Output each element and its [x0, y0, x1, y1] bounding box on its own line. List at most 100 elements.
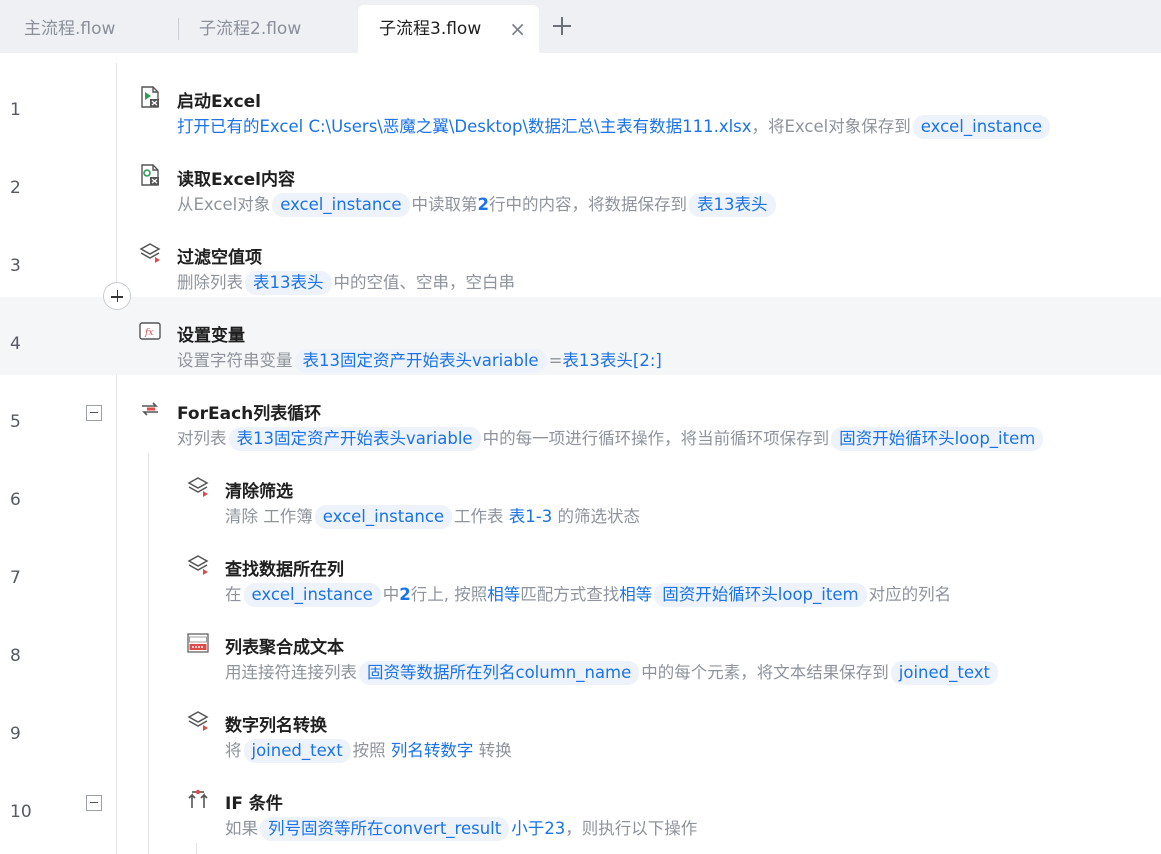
text-join-icon: [187, 633, 209, 653]
line-number: 3: [10, 256, 21, 276]
loop-icon: [142, 402, 158, 416]
function-icon: fx: [139, 322, 161, 340]
match-mode-value: 相等: [619, 585, 653, 604]
variable-chip[interactable]: excel_instance: [243, 583, 381, 607]
tab-label: 子流程2.flow: [199, 19, 302, 39]
flow-step-if-condition[interactable]: 10 IF 条件 如果 列号固资等所在convert_result 小于23，则执行…: [0, 765, 1161, 843]
flow-step-join-text[interactable]: 8 列表聚合成文本 用连接符连接列表 固资等数据所在列名column_name 中的…: [0, 609, 1161, 687]
variable-chip[interactable]: excel_instance: [272, 193, 410, 217]
layers-icon: [139, 243, 161, 263]
step-title: 列表聚合成文本: [225, 638, 344, 658]
variable-chip[interactable]: 固资开始循环头loop_item: [654, 583, 867, 607]
variable-chip[interactable]: excel_instance: [912, 115, 1051, 139]
desc-text: 的筛选状态: [552, 507, 640, 526]
svg-text:fx: fx: [144, 328, 153, 338]
flow-step-find-column[interactable]: 7 查找数据所在列 在 excel_instance 中2行上, 按照相等匹配方式查…: [0, 531, 1161, 609]
flow-step-read-excel[interactable]: 2 读取Excel内容 从Excel对象 excel_instance 中读取第2行…: [0, 141, 1161, 219]
desc-text: 行上, 按照: [410, 585, 488, 604]
line-number: 4: [10, 334, 21, 354]
desc-text: 匹配方式查找: [520, 585, 620, 604]
tab-label: 主流程.flow: [24, 19, 116, 39]
layers-icon: [187, 555, 209, 575]
branch-icon: [188, 789, 208, 808]
step-description: 设置字符串变量 表13固定资产开始表头variable =表13表头[2:]: [177, 349, 662, 373]
tab-subflow-3[interactable]: 子流程3.flow ×: [358, 5, 539, 53]
step-title: IF 条件: [225, 794, 283, 814]
step-title: 数字列名转换: [225, 716, 327, 736]
variable-chip[interactable]: 列号固资等所在convert_result: [260, 817, 510, 841]
flow-editor: 1 启动Excel 打开已有的Excel C:\Users\恶魔之翼\Deskt…: [0, 53, 1161, 854]
step-description: 在 excel_instance 中2行上, 按照相等匹配方式查找相等 固资开始循环头…: [225, 583, 951, 607]
layers-icon: [187, 711, 209, 731]
desc-text: 设置字符串变量: [177, 351, 293, 370]
step-title: 设置变量: [177, 326, 245, 346]
step-title: 清除筛选: [225, 482, 293, 502]
tab-bar: 主流程.flow 子流程2.flow 子流程3.flow ×: [0, 0, 1161, 53]
collapse-toggle[interactable]: [86, 405, 102, 421]
step-description: 将 joined_text 按照 列名转数字 转换: [225, 739, 512, 763]
line-number: 1: [10, 100, 21, 120]
flow-step-foreach-loop[interactable]: 5 ForEach列表循环 对列表 表13固定资产开始表头variable 中的每一…: [0, 375, 1161, 453]
line-number: 10: [10, 802, 32, 822]
line-number: 6: [10, 490, 21, 510]
line-number: 7: [10, 568, 21, 588]
variable-chip[interactable]: 表13固定资产开始表头variable: [294, 349, 547, 373]
desc-text: 如果: [225, 819, 258, 838]
match-mode-value: 相等: [487, 585, 521, 604]
row-value: 2: [399, 585, 411, 604]
collapse-toggle[interactable]: [86, 795, 102, 811]
tab-label: 子流程3.flow: [379, 19, 482, 39]
desc-text: =: [548, 351, 563, 370]
step-description: 清除 工作簿 excel_instance 工作表 表1-3 的筛选状态: [225, 505, 640, 529]
variable-chip[interactable]: 固资开始循环头loop_item: [831, 427, 1044, 451]
line-number: 5: [10, 412, 21, 432]
sheet-value: 表1-3: [508, 507, 553, 526]
desc-text: 清除 工作簿: [225, 507, 313, 526]
desc-text: 用连接符连接列表: [225, 663, 357, 682]
add-step-button[interactable]: [103, 282, 131, 310]
step-title: 读取Excel内容: [177, 170, 296, 190]
layers-icon: [187, 477, 209, 497]
tab-main-flow[interactable]: 主流程.flow: [0, 5, 178, 53]
step-description: 如果 列号固资等所在convert_result 小于23，则执行以下操作: [225, 817, 697, 841]
step-title: ForEach列表循环: [177, 404, 322, 424]
operator-value: 小于: [511, 819, 545, 838]
variable-chip[interactable]: 固资等数据所在列名column_name: [359, 661, 640, 685]
convert-mode-value: 列名转数字: [390, 741, 474, 760]
desc-text: 对应的列名: [868, 585, 952, 604]
step-description: 打开已有的Excel C:\Users\恶魔之翼\Desktop\数据汇总\主表…: [177, 115, 1052, 139]
tab-separator: [178, 18, 179, 40]
file-path-value: 打开已有的Excel C:\Users\恶魔之翼\Desktop\数据汇总\主表…: [177, 117, 752, 136]
desc-text: ，将Excel对象保存到: [751, 117, 911, 136]
desc-text: 按照: [352, 741, 391, 760]
desc-text: 从Excel对象: [177, 195, 271, 214]
desc-text: 在: [225, 585, 242, 604]
row-value: 2: [477, 195, 489, 214]
flow-step-launch-excel[interactable]: 1 启动Excel 打开已有的Excel C:\Users\恶魔之翼\Deskt…: [0, 63, 1161, 141]
close-icon[interactable]: ×: [509, 5, 526, 53]
line-number: 9: [10, 724, 21, 744]
step-title: 启动Excel: [177, 92, 262, 112]
desc-text: 删除列表: [177, 273, 243, 292]
variable-chip[interactable]: excel_instance: [314, 505, 453, 529]
step-description: 用连接符连接列表 固资等数据所在列名column_name 中的每个元素，将文本结果…: [225, 661, 1000, 685]
excel-read-icon: [141, 164, 159, 186]
variable-chip[interactable]: joined_text: [890, 661, 998, 685]
desc-text: ，则执行以下操作: [565, 819, 698, 838]
variable-chip[interactable]: 表13表头: [689, 193, 776, 217]
flow-step-set-variable[interactable]: 4 fx 设置变量 设置字符串变量 表13固定资产开始表头variable =表13…: [0, 282, 1161, 375]
desc-text: 中: [382, 585, 400, 604]
desc-text: 中的每一项进行循环操作，将当前循环项保存到: [482, 429, 830, 448]
step-description: 删除列表 表13表头 中的空值、空串，空白串: [177, 271, 515, 295]
variable-chip[interactable]: joined_text: [243, 739, 351, 763]
variable-chip[interactable]: 表13固定资产开始表头variable: [228, 427, 481, 451]
desc-text: 中读取第: [411, 195, 478, 214]
expression-value: 表13表头[2:]: [562, 351, 662, 370]
flow-step-filter-empty[interactable]: 3 过滤空值项 删除列表 表13表头 中的空值、空串，空白串: [0, 219, 1161, 297]
flow-step-clear-filter[interactable]: 6 清除筛选 清除 工作簿 excel_instance 工作表 表1-3 的筛选状…: [0, 453, 1161, 531]
add-tab-icon[interactable]: [549, 13, 575, 39]
tab-subflow-2[interactable]: 子流程2.flow: [180, 5, 356, 53]
variable-chip[interactable]: 表13表头: [245, 271, 332, 295]
step-description: 对列表 表13固定资产开始表头variable 中的每一项进行循环操作，将当前循环项…: [177, 427, 1045, 451]
flow-step-column-convert[interactable]: 9 数字列名转换 将 joined_text 按照 列名转数字 转换: [0, 687, 1161, 765]
